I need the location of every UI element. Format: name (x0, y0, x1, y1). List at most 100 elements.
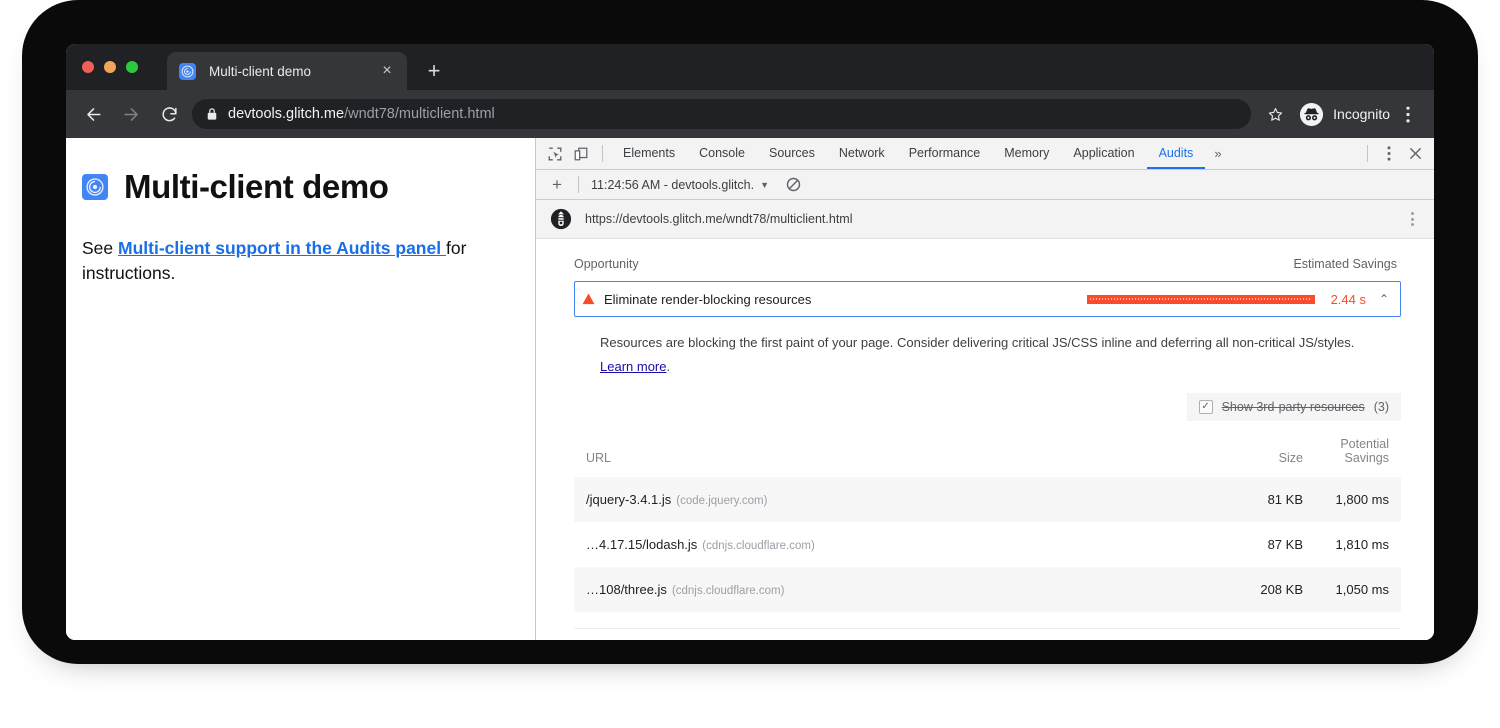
device-toolbar-icon[interactable] (568, 141, 594, 167)
resource-origin: (cdnjs.cloudflare.com) (672, 585, 784, 597)
audits-report-body: Opportunity Estimated Savings Eliminate … (536, 239, 1434, 640)
maximize-window-button[interactable] (126, 61, 138, 73)
row-url: …4.17.15/lodash.js (cdnjs.cloudflare.com) (574, 522, 1160, 567)
address-bar-url: devtools.glitch.me/wndt78/multiclient.ht… (228, 106, 495, 122)
lighthouse-report-header: https://devtools.glitch.me/wndt78/multic… (536, 200, 1434, 239)
bookmark-star-icon[interactable] (1261, 100, 1289, 128)
inspect-element-icon[interactable] (542, 141, 568, 167)
devtools-tab-list: Elements Console Sources Network Perform… (611, 138, 1231, 169)
table-row[interactable]: …4.17.15/lodash.js (cdnjs.cloudflare.com)… (574, 522, 1401, 567)
devtools-panel: Elements Console Sources Network Perform… (536, 138, 1434, 640)
report-options-button[interactable] (1402, 209, 1422, 229)
opportunity-savings-value: 2.44 s (1326, 292, 1366, 307)
resource-path: …108/three.js (586, 582, 667, 597)
minimize-window-button[interactable] (104, 61, 116, 73)
tab-title: Multi-client demo (209, 64, 377, 79)
close-window-button[interactable] (82, 61, 94, 73)
browser-window: Multi-client demo × + devtools.g (66, 44, 1434, 640)
window-controls (82, 61, 138, 73)
close-tab-button[interactable]: × (377, 61, 397, 81)
row-url: …108/three.js (cdnjs.cloudflare.com) (574, 567, 1160, 612)
address-bar[interactable]: devtools.glitch.me/wndt78/multiclient.ht… (192, 99, 1251, 129)
toolbar-divider (602, 145, 603, 162)
opportunity-row-render-blocking[interactable]: Eliminate render-blocking resources 2.44… (574, 281, 1401, 317)
new-tab-button[interactable]: + (421, 58, 447, 84)
chevron-up-icon[interactable]: ⌃ (1377, 292, 1391, 306)
tab-elements[interactable]: Elements (611, 138, 687, 169)
table-row[interactable]: …108/three.js(cdnjs.cloudflare.com) 208 … (574, 567, 1401, 612)
opportunity-description: Resources are blocking the first paint o… (600, 331, 1390, 379)
tab-performance[interactable]: Performance (897, 138, 993, 169)
web-page-content: Multi-client demo See Multi-client suppo… (66, 138, 536, 640)
table-body: /jquery-3.4.1.js(code.jquery.com) 81 KB … (574, 477, 1401, 612)
table-head: URL Size Potential Savings (574, 431, 1401, 477)
devtools-main-toolbar: Elements Console Sources Network Perform… (536, 138, 1434, 170)
tab-console[interactable]: Console (687, 138, 757, 169)
header-savings-line2: Savings (1345, 451, 1389, 465)
lock-icon (206, 107, 218, 121)
incognito-label: Incognito (1333, 106, 1390, 122)
header-savings-line1: Potential (1340, 437, 1389, 451)
back-button[interactable] (78, 99, 108, 129)
third-party-label: Show 3rd-party resources (1222, 400, 1365, 414)
next-opportunity-divider (574, 628, 1401, 629)
tab-strip: Multi-client demo × + (66, 44, 1434, 90)
page-title: Multi-client demo (82, 168, 502, 206)
close-devtools-button[interactable] (1402, 141, 1428, 167)
browser-tab[interactable]: Multi-client demo × (167, 52, 407, 90)
row-url: /jquery-3.4.1.js(code.jquery.com) (574, 477, 1160, 522)
resource-origin: (code.jquery.com) (676, 495, 767, 507)
chrome-devtools-logo-icon (82, 174, 108, 200)
resource-origin: (cdnjs.cloudflare.com) (702, 540, 814, 552)
window-body: Multi-client demo See Multi-client suppo… (66, 138, 1434, 640)
tab-memory[interactable]: Memory (992, 138, 1061, 169)
audit-report-select-value: 11:24:56 AM - devtools.glitch. (591, 178, 754, 192)
browser-toolbar: devtools.glitch.me/wndt78/multiclient.ht… (66, 90, 1434, 138)
tab-sources[interactable]: Sources (757, 138, 827, 169)
audits-toolbar-divider (578, 176, 579, 193)
row-savings: 1,050 ms (1315, 567, 1401, 612)
chevron-down-icon: ▼ (760, 180, 769, 190)
learn-more-link[interactable]: Learn more (600, 359, 666, 374)
paragraph-lead: See (82, 238, 118, 258)
toolbar-divider-right (1367, 145, 1368, 162)
more-panels-chevron-icon[interactable]: » (1205, 138, 1230, 169)
url-path: /wndt78/multiclient.html (344, 106, 495, 122)
table-header-row: URL Size Potential Savings (574, 431, 1401, 477)
lighthouse-logo-icon (550, 208, 572, 230)
third-party-checkbox[interactable]: ✓ (1199, 400, 1213, 414)
reload-button[interactable] (154, 99, 184, 129)
opportunity-column-headers: Opportunity Estimated Savings (574, 239, 1401, 281)
header-url: URL (574, 431, 1160, 477)
devtools-toolbar-right (1359, 141, 1434, 167)
audits-docs-link[interactable]: Multi-client support in the Audits panel (118, 238, 446, 258)
opportunity-column-label: Opportunity (574, 257, 639, 271)
audit-report-select[interactable]: 11:24:56 AM - devtools.glitch. ▼ (587, 178, 773, 192)
resource-path: …4.17.15/lodash.js (586, 537, 697, 552)
warning-triangle-icon (582, 293, 595, 305)
incognito-profile-button[interactable]: Incognito (1299, 102, 1390, 127)
devtools-settings-menu-button[interactable] (1376, 141, 1402, 167)
third-party-toggle[interactable]: ✓ Show 3rd-party resources (3) (1187, 393, 1401, 421)
chrome-devtools-favicon-icon (179, 63, 196, 80)
browser-menu-button[interactable] (1394, 100, 1422, 128)
row-savings: 1,810 ms (1315, 522, 1401, 567)
table-row[interactable]: /jquery-3.4.1.js(code.jquery.com) 81 KB … (574, 477, 1401, 522)
header-size: Size (1160, 431, 1315, 477)
clear-audits-icon[interactable] (781, 172, 807, 198)
tab-audits[interactable]: Audits (1147, 138, 1206, 169)
forward-button[interactable] (116, 99, 146, 129)
header-potential-savings: Potential Savings (1315, 431, 1401, 477)
incognito-icon (1299, 102, 1324, 127)
row-savings: 1,800 ms (1315, 477, 1401, 522)
tab-application[interactable]: Application (1061, 138, 1146, 169)
third-party-count: (3) (1374, 400, 1389, 414)
new-audit-button[interactable]: + (544, 172, 570, 198)
savings-bar (1087, 295, 1315, 304)
row-size: 81 KB (1160, 477, 1315, 522)
tab-network[interactable]: Network (827, 138, 897, 169)
opportunity-title: Eliminate render-blocking resources (604, 292, 811, 307)
row-size: 87 KB (1160, 522, 1315, 567)
page-paragraph: See Multi-client support in the Audits p… (82, 236, 502, 286)
description-text: Resources are blocking the first paint o… (600, 335, 1354, 350)
